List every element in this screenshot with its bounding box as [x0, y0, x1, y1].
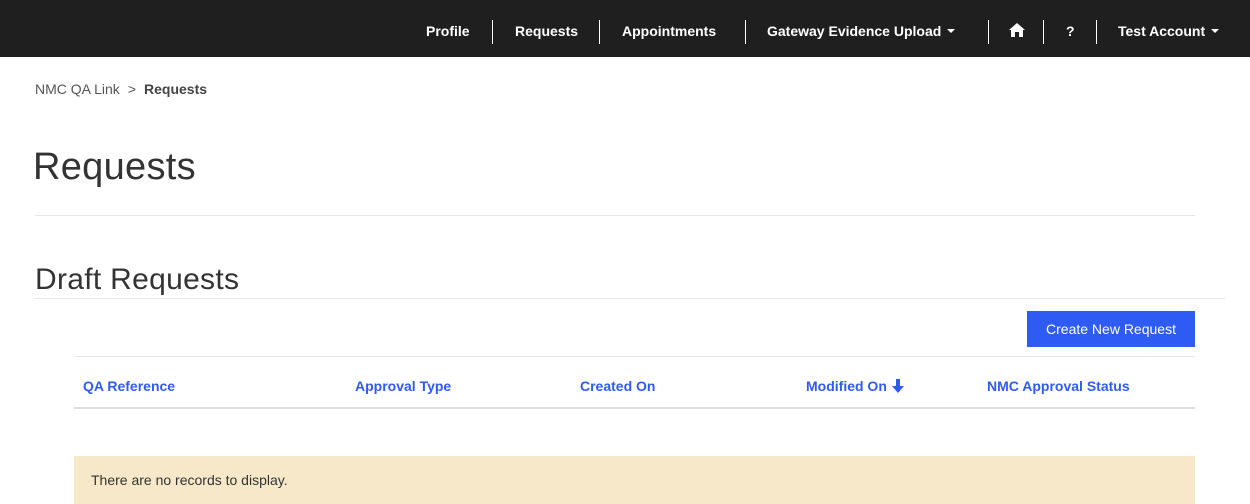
column-header-qa-reference[interactable]: QA Reference	[83, 378, 175, 394]
section-divider	[35, 298, 1225, 299]
breadcrumb: NMC QA Link > Requests	[35, 81, 207, 97]
nav-account[interactable]: Test Account	[1118, 0, 1220, 57]
breadcrumb-root-link[interactable]: NMC QA Link	[35, 81, 120, 97]
nav-requests[interactable]: Requests	[515, 0, 578, 57]
nav-separator	[599, 20, 600, 44]
column-header-nmc-approval-status[interactable]: NMC Approval Status	[987, 378, 1130, 394]
nav-account-label: Test Account	[1118, 23, 1206, 39]
home-icon	[1009, 23, 1025, 38]
nav-gateway-label: Gateway Evidence Upload	[767, 23, 942, 39]
page-title: Requests	[33, 146, 196, 188]
column-header-approval-type[interactable]: Approval Type	[355, 378, 451, 394]
section-title-draft-requests: Draft Requests	[35, 263, 240, 296]
title-divider	[35, 215, 1195, 216]
chevron-down-icon	[1211, 29, 1220, 34]
empty-records-message: There are no records to display.	[74, 456, 1195, 504]
nav-appointments[interactable]: Appointments	[622, 0, 716, 57]
nav-separator	[1096, 20, 1097, 44]
nav-separator	[492, 20, 493, 44]
breadcrumb-separator: >	[127, 81, 136, 97]
nav-home[interactable]	[1009, 0, 1025, 57]
breadcrumb-current: Requests	[144, 81, 208, 97]
nav-separator	[745, 20, 746, 44]
top-navigation-bar: Profile Requests Appointments Gateway Ev…	[0, 0, 1250, 57]
arrow-down-icon	[891, 378, 904, 393]
column-header-modified-on-label: Modified On	[806, 378, 887, 394]
table-header-border	[74, 407, 1195, 409]
nav-profile[interactable]: Profile	[426, 0, 470, 57]
nav-help[interactable]: ?	[1066, 0, 1075, 57]
column-header-modified-on[interactable]: Modified On	[806, 378, 904, 394]
nav-separator	[988, 20, 989, 44]
table-top-border	[74, 356, 1195, 357]
column-header-created-on[interactable]: Created On	[580, 378, 655, 394]
chevron-down-icon	[947, 29, 956, 34]
nav-gateway-evidence-upload[interactable]: Gateway Evidence Upload	[767, 0, 956, 57]
create-new-request-button[interactable]: Create New Request	[1027, 311, 1195, 347]
nav-separator	[1043, 20, 1044, 44]
